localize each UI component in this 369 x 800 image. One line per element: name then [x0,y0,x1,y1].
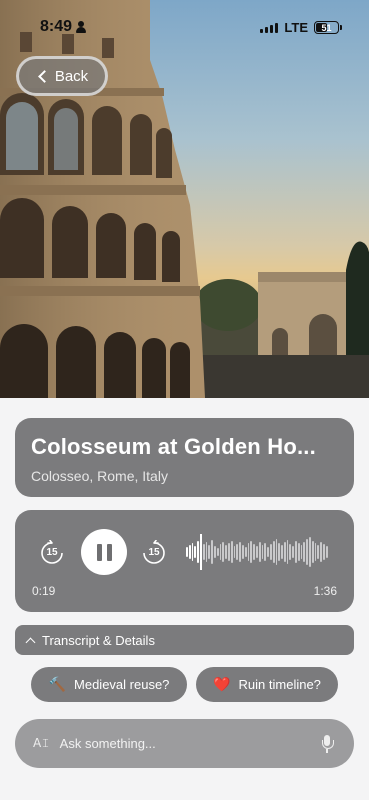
suggestion-chip-ruin-timeline[interactable]: ❤️ Ruin timeline? [196,667,338,702]
waveform-bar [297,543,300,561]
suggestion-label: Medieval reuse? [74,677,170,692]
battery-level: 51 [321,22,332,33]
waveform-bar [295,541,297,563]
waveform-scrubber[interactable] [186,534,328,570]
microphone-stem [326,749,328,753]
waveform-bar [250,541,253,563]
waveform-bar [283,542,286,562]
skip-back-button[interactable]: 15 [39,540,65,566]
status-time: 8:49 [40,18,73,35]
waveform-bar [255,546,258,558]
waveform-bar [253,544,255,560]
waveform-bar [289,544,292,560]
waveform-bar [191,543,194,561]
waveform-bar [269,544,272,560]
waveform-bar [236,544,239,560]
suggestion-chip-medieval-reuse[interactable]: 🔨 Medieval reuse? [31,667,187,702]
waveform-bar [272,541,275,563]
pause-button[interactable] [81,529,127,575]
total-duration: 1:36 [313,584,337,598]
waveform-bar [281,545,283,559]
waveform-bar [194,546,197,558]
pause-icon-bar-right [106,543,112,561]
waveform-bar [258,542,261,562]
waveform-bar [239,542,241,562]
waveform-bar [216,548,219,556]
heart-icon: ❤️ [213,676,231,692]
waveform-bar [247,543,250,561]
waveform-bar [230,541,233,563]
ai-text-icon: A𝙸 [33,736,50,750]
waveform-bar [286,540,289,564]
waveform-bar [227,543,230,561]
suggestion-label: Ruin timeline? [238,677,321,692]
back-label: Back [54,67,89,85]
pause-icon-bar-left [96,543,102,561]
audio-player: 15 15 0:19 1:36 [15,510,354,612]
waveform-bar [300,545,303,559]
waveform-bar [275,539,278,565]
waveform-bar [211,540,213,564]
waveform-bar [233,546,236,558]
ask-input[interactable]: A𝙸 Ask something... [15,719,354,768]
skip-forward-label: 15 [148,547,160,558]
hammer-icon: 🔨 [48,676,67,692]
chevron-left-icon [37,69,51,83]
status-bar: 8:49 LTE 51 [0,0,369,52]
waveform-bar [306,539,309,565]
waveform-bar [213,546,216,558]
elapsed-time: 0:19 [32,584,56,598]
chevron-up-icon [25,637,36,647]
status-time-group: 8:49 [40,18,87,36]
location-subtitle: Colosseo, Rome, Italy [31,468,168,484]
waveform-bar [202,544,205,560]
waveform-bar [205,542,208,562]
waveform-bar [303,542,306,562]
skip-forward-button[interactable]: 15 [141,540,167,566]
waveform-bar [278,543,281,561]
waveform-bar [320,542,323,562]
waveform-bar [325,546,328,558]
battery-icon: 51 [314,21,342,34]
waveform-bar [244,547,247,557]
waveform-bar [225,545,227,559]
waveform-bar [241,545,244,559]
waveform-bar [186,547,188,557]
person-icon [76,21,87,33]
hero-photo: 8:49 LTE 51 Back [0,0,369,398]
waveform-bar [188,545,191,559]
waveform-bar [292,546,295,558]
waveform-bar [222,542,225,562]
waveform-bar [264,543,267,561]
transcript-toggle[interactable]: Transcript & Details [15,625,354,655]
back-button[interactable]: Back [16,56,108,96]
status-right-group: LTE 51 [260,20,342,35]
waveform-bar [323,544,325,560]
waveform-bar [317,545,320,559]
playhead-cursor[interactable] [199,534,202,570]
transcript-label: Transcript & Details [42,632,155,648]
signal-icon [260,22,279,33]
waveform-bar [261,545,264,559]
waveform-bar [219,544,222,560]
network-label: LTE [284,20,308,35]
waveform-bar [208,545,211,559]
page-title: Colosseum at Golden Ho... [31,434,316,459]
ask-placeholder: Ask something... [59,736,156,751]
waveform-bar [309,537,311,567]
waveform-bar [267,547,269,557]
waveform-bar [311,541,314,563]
waveform-bar [197,541,199,563]
waveform-bar [314,543,317,561]
skip-back-label: 15 [46,547,58,558]
title-card: Colosseum at Golden Ho... Colosseo, Rome… [15,418,354,497]
